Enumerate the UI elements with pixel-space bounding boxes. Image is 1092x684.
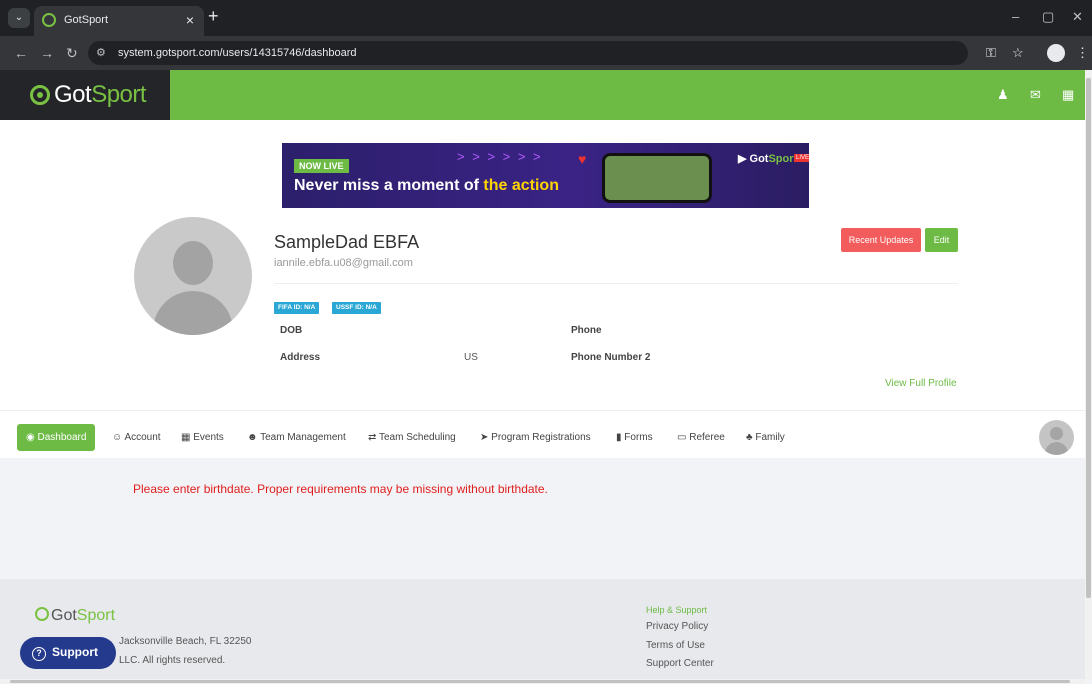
forward-icon[interactable]: →: [40, 45, 54, 61]
paper-plane-icon: ➤: [480, 432, 492, 443]
banner-now-live-badge: NOW LIVE: [294, 159, 349, 173]
team-icon: ☻: [247, 432, 261, 443]
mail-icon[interactable]: ✉: [1030, 87, 1041, 103]
tab-team-management[interactable]: ☻ Team Management: [247, 432, 346, 443]
site-header: GotSport ♟ ✉ ▦: [0, 70, 1085, 120]
fifa-id-badge: FIFA ID: N/A: [274, 302, 320, 314]
vertical-scrollbar-thumb[interactable]: [1086, 78, 1091, 598]
profile-avatar: [134, 217, 252, 335]
profile-name: SampleDad EBFA: [274, 232, 420, 252]
view-full-profile-link[interactable]: View Full Profile: [885, 378, 957, 389]
promo-banner[interactable]: NOW LIVE Never miss a moment of the acti…: [282, 143, 809, 208]
apps-grid-icon[interactable]: ▦: [1062, 87, 1074, 103]
tab-family[interactable]: ♣ Family: [746, 432, 785, 443]
dashboard-icon: ◉: [26, 432, 38, 443]
address-label: Address: [280, 352, 321, 363]
site-info-icon[interactable]: ⚙: [96, 46, 106, 59]
support-center-link[interactable]: Support Center: [646, 658, 714, 669]
footer: GotSport Jacksonville Beach, FL 32250 LL…: [0, 579, 1085, 679]
browser-profile-icon[interactable]: [1047, 44, 1065, 62]
profile-panel: NOW LIVE Never miss a moment of the acti…: [0, 120, 1085, 410]
tab-team-scheduling[interactable]: ⇄ Team Scheduling: [368, 432, 456, 443]
tab-events[interactable]: ▦ Events: [181, 432, 224, 443]
user-avatar[interactable]: [1039, 420, 1074, 455]
dashboard-nav: ◉ Dashboard ☺ Account ▦ Events ☻ Team Ma…: [0, 410, 1085, 458]
tab-referee[interactable]: ▭ Referee: [677, 432, 725, 443]
dob-label: DOB: [280, 325, 303, 336]
banner-live-badge: LIVE: [794, 154, 809, 162]
bookmark-star-icon[interactable]: ☆: [1012, 45, 1024, 61]
user-icon[interactable]: ♟: [997, 87, 1009, 103]
edit-profile-button[interactable]: Edit: [925, 228, 958, 252]
gotsport-logo-icon: [30, 85, 50, 105]
footer-copyright: LLC. All rights reserved.: [119, 655, 226, 666]
browser-menu-icon[interactable]: ⋮: [1076, 45, 1089, 61]
browser-tab[interactable]: GotSport ×: [34, 6, 204, 36]
tab-search-icon[interactable]: ⌄: [8, 8, 30, 28]
new-tab-icon[interactable]: +: [208, 6, 219, 27]
tab-forms[interactable]: ▮ Forms: [616, 432, 653, 443]
banner-logo: ▶ GotSport: [738, 153, 798, 165]
support-button[interactable]: ? Support: [20, 637, 116, 669]
password-key-icon[interactable]: ⚿: [986, 45, 996, 61]
divider: [274, 283, 958, 284]
url-field[interactable]: ⚙ system.gotsport.com/users/14315746/das…: [88, 41, 968, 65]
phone-label: Phone: [571, 325, 602, 336]
referee-calendar-icon: ▭: [677, 432, 690, 443]
banner-phone-image: [602, 153, 712, 203]
footer-logo: GotSport: [35, 607, 115, 625]
browser-tab-bar: ⌄ GotSport × + – ▢ ✕: [0, 0, 1092, 36]
back-icon[interactable]: ←: [14, 45, 28, 61]
logo-text: GotSport: [54, 81, 147, 108]
phone2-label: Phone Number 2: [571, 352, 651, 363]
horizontal-scrollbar-thumb[interactable]: [10, 680, 1070, 683]
footer-logo-icon: [35, 607, 49, 621]
terms-of-use-link[interactable]: Terms of Use: [646, 640, 705, 651]
account-icon: ☺: [112, 432, 125, 443]
address-bar: ← → ↻ ⚙ system.gotsport.com/users/143157…: [0, 36, 1092, 70]
gotsport-favicon-icon: [42, 13, 56, 27]
birthdate-warning: Please enter birthdate. Proper requireme…: [133, 482, 548, 496]
tab-account[interactable]: ☺ Account: [112, 432, 161, 443]
tab-title: GotSport: [64, 14, 109, 26]
heart-icon: ♥: [578, 151, 587, 167]
privacy-policy-link[interactable]: Privacy Policy: [646, 621, 708, 632]
tab-program-registrations[interactable]: ➤ Program Registrations: [480, 432, 591, 443]
tab-close-icon[interactable]: ×: [186, 12, 194, 28]
minimize-icon[interactable]: –: [1012, 9, 1019, 24]
tab-dashboard[interactable]: ◉ Dashboard: [17, 424, 96, 451]
url-text: system.gotsport.com/users/14315746/dashb…: [118, 47, 357, 59]
address-value: US: [464, 352, 478, 363]
footer-address: Jacksonville Beach, FL 32250: [119, 636, 252, 647]
reload-icon[interactable]: ↻: [66, 45, 78, 62]
banner-headline: Never miss a moment of the action: [294, 177, 559, 194]
exchange-icon: ⇄: [368, 432, 379, 443]
help-question-icon: ?: [32, 647, 46, 661]
gotsport-logo[interactable]: GotSport: [0, 70, 170, 120]
profile-email: iannile.ebfa.u08@gmail.com: [274, 257, 413, 269]
family-icon: ♣: [746, 432, 756, 443]
maximize-icon[interactable]: ▢: [1042, 9, 1054, 25]
close-window-icon[interactable]: ✕: [1072, 9, 1083, 25]
ussf-id-badge: USSF ID: N/A: [332, 302, 381, 314]
help-support-heading: Help & Support: [646, 605, 708, 615]
calendar-icon: ▦: [181, 432, 194, 443]
banner-arrows: > > > > > >: [457, 149, 543, 164]
recent-updates-button[interactable]: Recent Updates: [841, 228, 921, 252]
